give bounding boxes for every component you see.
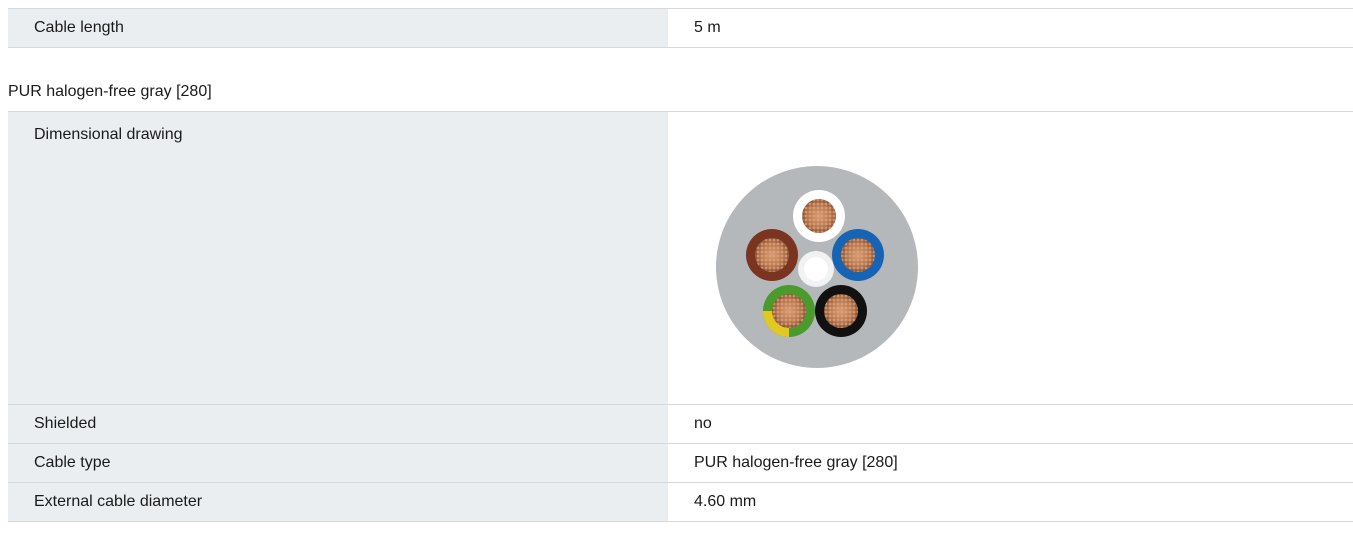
table-row-external-diameter: External cable diameter 4.60 mm	[8, 482, 1353, 522]
table-row-cable-type: Cable type PUR halogen-free gray [280]	[8, 443, 1353, 482]
spec-label: External cable diameter	[8, 483, 668, 521]
section-title: PUR halogen-free gray [280]	[8, 83, 212, 100]
spec-value: 5 m	[668, 9, 1353, 47]
table-row-shielded: Shielded no	[8, 404, 1353, 443]
top-spec-table: Cable length 5 m	[8, 8, 1353, 48]
table-row-dimensional-drawing: Dimensional drawing	[8, 111, 1353, 404]
drawing-cell	[668, 112, 1353, 404]
spec-label: Dimensional drawing	[8, 112, 668, 404]
spec-value: 4.60 mm	[668, 483, 1353, 521]
spec-label: Cable length	[8, 9, 668, 47]
cable-cross-section-icon	[716, 166, 918, 368]
spec-label: Cable type	[8, 444, 668, 482]
details-spec-table: Dimensional drawing Shielded no Cable ty…	[8, 111, 1353, 522]
spec-value: no	[668, 405, 1353, 443]
table-row: Cable length 5 m	[8, 8, 1353, 48]
spec-value: PUR halogen-free gray [280]	[668, 444, 1353, 482]
spec-label: Shielded	[8, 405, 668, 443]
